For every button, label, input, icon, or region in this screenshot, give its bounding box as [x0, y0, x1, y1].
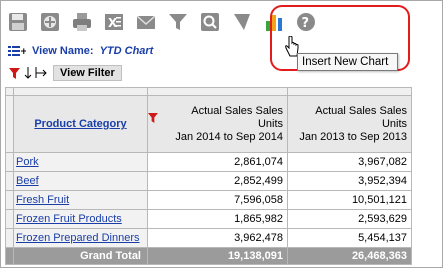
header-sales-2014-line1: Actual Sales Sales Units	[148, 105, 283, 131]
row-value-2014: 2,852,499	[147, 171, 288, 191]
row-category-cell: Fresh Fruit	[13, 190, 148, 210]
report-window: X ? Insert New Chart + View Name: YTD Ch…	[0, 0, 443, 268]
table-row: Pork 2,861,074 3,967,082	[5, 152, 412, 172]
row-marker	[5, 209, 14, 229]
top-spacer	[147, 87, 288, 96]
header-product-category[interactable]: Product Category	[13, 95, 148, 153]
row-category-cell: Beef	[13, 171, 148, 191]
grand-total-2014: 19,138,091	[147, 247, 288, 265]
column-filter-icon[interactable]	[148, 112, 158, 123]
table-top-row	[5, 87, 412, 96]
save-icon[interactable]	[5, 9, 31, 35]
pivot-arrow-icon[interactable]	[35, 67, 47, 79]
email-icon[interactable]	[133, 9, 159, 35]
row-category-cell: Frozen Prepared Dinners	[13, 228, 148, 248]
category-link[interactable]: Fresh Fruit	[16, 194, 69, 206]
row-value-2013: 3,967,082	[287, 152, 412, 172]
row-value-2014: 3,962,478	[147, 228, 288, 248]
sort-icon[interactable]	[23, 67, 33, 79]
row-category-cell: Frozen Fruit Products	[13, 209, 148, 229]
top-spacer	[287, 87, 412, 96]
category-link[interactable]: Frozen Prepared Dinners	[16, 232, 140, 244]
filter-row: View Filter	[9, 65, 122, 81]
row-value-2014: 7,596,058	[147, 190, 288, 210]
add-icon[interactable]	[37, 9, 63, 35]
category-link[interactable]: Pork	[16, 156, 39, 168]
top-spacer	[13, 87, 148, 96]
flag-icon[interactable]	[229, 9, 255, 35]
row-value-2014: 1,865,982	[147, 209, 288, 229]
search-report-icon[interactable]	[197, 9, 223, 35]
row-value-2013: 3,952,394	[287, 171, 412, 191]
table-row: Fresh Fruit 7,596,058 10,501,121	[5, 190, 412, 210]
header-sales-2013[interactable]: Actual Sales Sales Units Jan 2013 to Sep…	[287, 95, 412, 153]
row-value-2013: 5,454,137	[287, 228, 412, 248]
header-sales-2013-line1: Actual Sales Sales Units	[315, 104, 407, 130]
red-filter-icon[interactable]	[9, 67, 20, 79]
category-link[interactable]: Frozen Fruit Products	[16, 213, 122, 225]
row-value-2014: 2,861,074	[147, 152, 288, 172]
view-name-value: YTD Chart	[99, 45, 154, 57]
row-category-cell: Pork	[13, 152, 148, 172]
filter-icon[interactable]	[165, 9, 191, 35]
row-marker	[5, 228, 14, 248]
corner-cell	[5, 87, 14, 96]
table-row: Beef 2,852,499 3,952,394	[5, 171, 412, 191]
row-value-2013: 2,593,629	[287, 209, 412, 229]
grand-total-label: Grand Total	[13, 247, 148, 265]
table-header-row: Product Category Actual Sales Sales Unit…	[5, 95, 412, 153]
row-marker	[5, 152, 14, 172]
svg-text:+: +	[20, 47, 26, 56]
grand-total-row: Grand Total 19,138,091 26,468,363	[5, 247, 412, 265]
header-product-category-label[interactable]: Product Category	[34, 118, 126, 130]
row-marker	[5, 171, 14, 191]
view-filter-button[interactable]: View Filter	[53, 65, 122, 81]
header-sales-2014[interactable]: Actual Sales Sales Units Jan 2014 to Sep…	[147, 95, 288, 153]
tooltip: Insert New Chart	[297, 53, 398, 71]
view-name-label: View Name:	[32, 45, 94, 57]
category-link[interactable]: Beef	[16, 175, 39, 187]
print-icon[interactable]	[69, 9, 95, 35]
corner-cell	[5, 95, 14, 153]
grand-total-2013: 26,468,363	[287, 247, 412, 265]
view-list-icon[interactable]: +	[8, 46, 26, 56]
header-sales-2013-line2: Jan 2013 to Sep 2013	[299, 130, 407, 143]
row-value-2013: 10,501,121	[287, 190, 412, 210]
data-table: Product Category Actual Sales Sales Unit…	[5, 87, 412, 265]
table-row: Frozen Prepared Dinners 3,962,478 5,454,…	[5, 228, 412, 248]
view-name-row: + View Name: YTD Chart	[8, 45, 153, 57]
header-sales-2014-line2: Jan 2014 to Sep 2014	[175, 130, 283, 143]
row-marker	[5, 247, 14, 265]
row-marker	[5, 190, 14, 210]
excel-export-icon[interactable]: X	[101, 9, 127, 35]
table-row: Frozen Fruit Products 1,865,982 2,593,62…	[5, 209, 412, 229]
